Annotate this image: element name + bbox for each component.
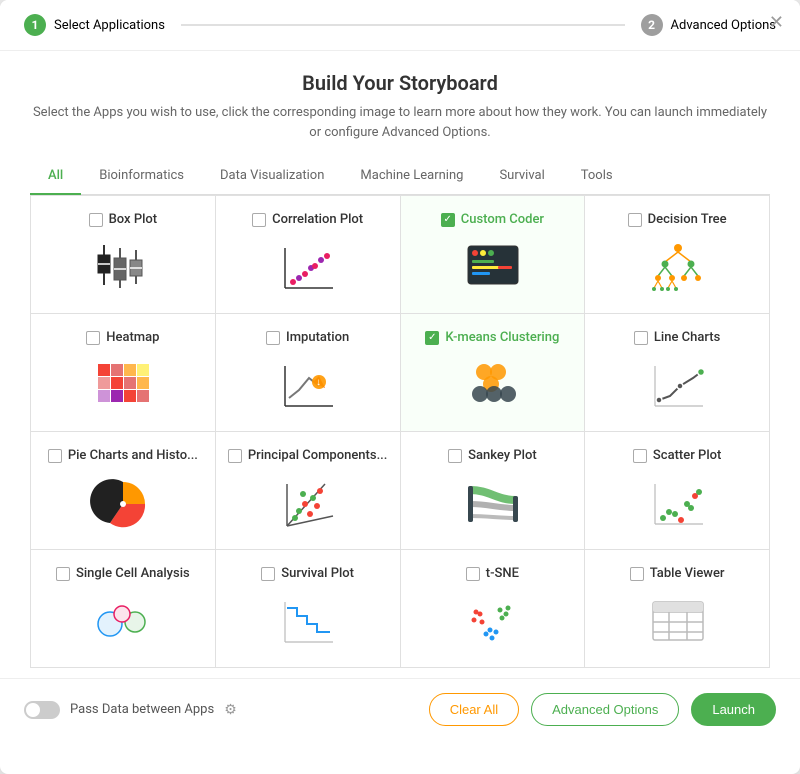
launch-button[interactable]: Launch: [691, 693, 776, 726]
app-decision-tree[interactable]: Decision Tree: [585, 196, 770, 314]
app-survival-plot-icon: [273, 591, 343, 651]
app-kmeans-label: ✓ K-means Clustering: [425, 330, 559, 345]
app-correlation-plot-icon: [273, 237, 343, 297]
step-line: [181, 24, 625, 26]
app-tsne-icon: [457, 591, 527, 651]
app-principal-components-icon: [273, 473, 343, 533]
footer-actions: Clear All Advanced Options Launch: [429, 693, 776, 726]
app-table-viewer-label: Table Viewer: [630, 566, 725, 581]
app-decision-tree-label: Decision Tree: [628, 212, 727, 227]
tab-data-visualization[interactable]: Data Visualization: [202, 158, 342, 195]
close-button[interactable]: ✕: [769, 12, 784, 33]
app-pie-charts-checkbox[interactable]: [48, 449, 62, 463]
app-correlation-plot-checkbox[interactable]: [252, 213, 266, 227]
app-imputation-checkbox[interactable]: [266, 331, 280, 345]
app-kmeans[interactable]: ✓ K-means Clustering: [401, 314, 586, 432]
step2-circle: 2: [641, 14, 663, 36]
app-heatmap[interactable]: Heatmap: [31, 314, 216, 432]
app-table-viewer[interactable]: Table Viewer: [585, 550, 770, 668]
app-tsne[interactable]: t-SNE: [401, 550, 586, 668]
app-sankey-plot[interactable]: Sankey Plot: [401, 432, 586, 550]
app-table-viewer-icon: [642, 591, 712, 651]
app-line-charts-label: Line Charts: [634, 330, 720, 345]
tab-machine-learning[interactable]: Machine Learning: [342, 158, 481, 195]
app-single-cell-icon: [88, 591, 158, 651]
app-tsne-label: t-SNE: [466, 566, 519, 581]
app-custom-coder-icon: [457, 237, 527, 297]
tabs-container: All Bioinformatics Data Visualization Ma…: [30, 158, 770, 195]
step1-circle: 1: [24, 14, 46, 36]
svg-text:↓: ↓: [316, 377, 321, 388]
app-single-cell[interactable]: Single Cell Analysis: [31, 550, 216, 668]
tab-survival[interactable]: Survival: [481, 158, 562, 195]
step1-label: Select Applications: [54, 18, 165, 33]
app-kmeans-icon: [457, 355, 527, 415]
tab-tools[interactable]: Tools: [563, 158, 631, 195]
app-pie-charts[interactable]: Pie Charts and Histo...: [31, 432, 216, 550]
app-custom-coder[interactable]: ✓ Custom Coder: [401, 196, 586, 314]
page-title: Build Your Storyboard: [30, 71, 770, 95]
app-pie-charts-icon: [88, 473, 158, 533]
settings-icon: ⚙: [224, 702, 237, 718]
app-imputation-icon: ↓: [273, 355, 343, 415]
app-box-plot-checkbox[interactable]: [89, 213, 103, 227]
app-sankey-plot-label: Sankey Plot: [448, 448, 537, 463]
wizard-header: 1 Select Applications 2 Advanced Options: [0, 0, 800, 51]
app-survival-plot-checkbox[interactable]: [261, 567, 275, 581]
app-scatter-plot[interactable]: Scatter Plot: [585, 432, 770, 550]
app-principal-components[interactable]: Principal Components...: [216, 432, 401, 550]
app-decision-tree-checkbox[interactable]: [628, 213, 642, 227]
app-survival-plot[interactable]: Survival Plot: [216, 550, 401, 668]
apps-grid: Box Plot: [30, 195, 770, 668]
app-table-viewer-checkbox[interactable]: [630, 567, 644, 581]
footer: Pass Data between Apps ⚙ Clear All Advan…: [0, 678, 800, 740]
app-single-cell-label: Single Cell Analysis: [56, 566, 190, 581]
app-line-charts-icon: [642, 355, 712, 415]
app-kmeans-checkbox[interactable]: ✓: [425, 331, 439, 345]
app-box-plot[interactable]: Box Plot: [31, 196, 216, 314]
app-line-charts-checkbox[interactable]: [634, 331, 648, 345]
app-imputation-label: Imputation: [266, 330, 349, 345]
app-heatmap-icon: [88, 355, 158, 415]
app-pie-charts-label: Pie Charts and Histo...: [48, 448, 198, 463]
app-tsne-checkbox[interactable]: [466, 567, 480, 581]
app-custom-coder-label: ✓ Custom Coder: [441, 212, 544, 227]
app-correlation-plot-label: Correlation Plot: [252, 212, 363, 227]
tab-bioinformatics[interactable]: Bioinformatics: [81, 158, 202, 195]
main-content: Build Your Storyboard Select the Apps yo…: [0, 51, 800, 678]
step2-label: Advanced Options: [671, 18, 776, 33]
app-heatmap-checkbox[interactable]: [86, 331, 100, 345]
app-line-charts[interactable]: Line Charts: [585, 314, 770, 432]
page-subtitle: Select the Apps you wish to use, click t…: [30, 103, 770, 142]
modal: ✕ 1 Select Applications 2 Advanced Optio…: [0, 0, 800, 774]
app-custom-coder-checkbox[interactable]: ✓: [441, 213, 455, 227]
app-single-cell-checkbox[interactable]: [56, 567, 70, 581]
app-imputation[interactable]: Imputation ↓: [216, 314, 401, 432]
app-heatmap-label: Heatmap: [86, 330, 159, 345]
app-decision-tree-icon: [642, 237, 712, 297]
toggle-knob: [26, 703, 40, 717]
app-scatter-plot-icon: [642, 473, 712, 533]
app-correlation-plot[interactable]: Correlation Plot: [216, 196, 401, 314]
app-box-plot-label: Box Plot: [89, 212, 158, 227]
app-principal-components-checkbox[interactable]: [228, 449, 242, 463]
app-box-plot-icon: [88, 237, 158, 297]
clear-all-button[interactable]: Clear All: [429, 693, 519, 726]
pass-data-toggle[interactable]: [24, 701, 60, 719]
app-sankey-plot-checkbox[interactable]: [448, 449, 462, 463]
pass-data-section: Pass Data between Apps ⚙: [24, 701, 237, 719]
app-scatter-plot-checkbox[interactable]: [633, 449, 647, 463]
wizard-step-2: 2 Advanced Options: [641, 14, 776, 36]
pass-data-label: Pass Data between Apps: [70, 702, 214, 717]
app-principal-components-label: Principal Components...: [228, 448, 388, 463]
app-scatter-plot-label: Scatter Plot: [633, 448, 721, 463]
app-sankey-plot-icon: [457, 473, 527, 533]
advanced-options-button[interactable]: Advanced Options: [531, 693, 679, 726]
tab-all[interactable]: All: [30, 158, 81, 195]
wizard-step-1: 1 Select Applications: [24, 14, 165, 36]
app-survival-plot-label: Survival Plot: [261, 566, 354, 581]
